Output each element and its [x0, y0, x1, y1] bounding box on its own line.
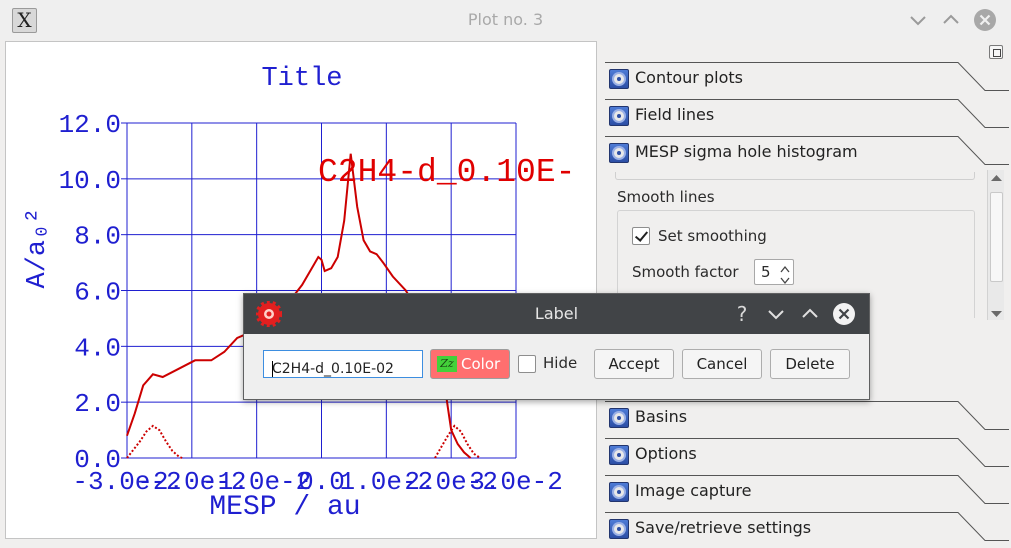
y-tick-label: 10.0 [59, 166, 121, 196]
plot-area[interactable]: 0.0 2.0 4.0 6.0 8.0 10.0 12.0 -3.0e-2 -2.0e-2 -1.… [5, 41, 597, 539]
label-text-input[interactable]: C2H4-d_0.10E-02 [263, 350, 423, 378]
spin-down-icon[interactable] [779, 272, 791, 285]
section-label: Contour plots [635, 68, 743, 87]
settings-icon [609, 408, 629, 428]
cancel-button[interactable]: Cancel [682, 349, 762, 379]
section-label: Options [635, 444, 697, 463]
dialog-minimize-icon[interactable] [764, 302, 788, 326]
color-button[interactable]: Zz Color [430, 349, 510, 379]
window-title: Plot no. 3 [467, 10, 544, 29]
delete-button[interactable]: Delete [770, 349, 850, 379]
section-label: Basins [635, 407, 688, 426]
section-label: Image capture [635, 481, 752, 500]
settings-icon [609, 69, 629, 89]
settings-icon [609, 482, 629, 502]
y-tick-label: 4.0 [74, 333, 121, 363]
settings-icon [609, 143, 629, 163]
dialog-maximize-icon[interactable] [798, 302, 822, 326]
settings-icon [609, 106, 629, 126]
color-button-label: Color [461, 355, 501, 373]
text-caret [272, 361, 273, 377]
x-tick-label: 3.0e-2 [469, 467, 563, 497]
y-tick-label: 12.0 [59, 110, 121, 140]
smooth-factor-value[interactable]: 5 [761, 263, 771, 281]
section-tab[interactable]: Image capture [603, 475, 1011, 511]
settings-icon [609, 519, 629, 539]
section-tab[interactable]: Contour plots [603, 62, 1011, 98]
hide-label[interactable]: Hide [543, 354, 577, 372]
settings-icon [609, 445, 629, 465]
chart-annotation[interactable]: C2H4-d_0.10E- [318, 154, 575, 191]
chart-x-axis-label: MESP / au [209, 492, 360, 523]
smooth-lines-label: Smooth lines [617, 188, 715, 206]
y-tick-label: 2.0 [74, 389, 121, 419]
set-smoothing-label[interactable]: Set smoothing [658, 227, 767, 245]
smooth-factor-label: Smooth factor [632, 263, 739, 281]
scroll-thumb[interactable] [990, 192, 1003, 282]
section-tab[interactable]: Options [603, 438, 1011, 474]
label-text-value[interactable]: C2H4-d_0.10E-02 [272, 361, 394, 377]
dialog-titlebar: Label ? [244, 294, 869, 334]
series-line-dotted [126, 424, 183, 459]
section-tab[interactable]: Field lines [603, 99, 1011, 135]
scroll-down-icon[interactable] [991, 310, 1002, 318]
window-titlebar: X Plot no. 3 [0, 0, 1011, 40]
section-label: Field lines [635, 105, 715, 124]
chart-y-axis-label: A/a₀² [23, 207, 53, 288]
y-tick-label: 6.0 [74, 278, 121, 308]
section-tab[interactable]: Basins [603, 401, 1011, 437]
maximize-icon[interactable] [939, 8, 963, 32]
section-tab[interactable]: Save/retrieve settings [603, 512, 1011, 548]
smooth-factor-spinbox[interactable]: 5 [754, 259, 794, 285]
scroll-up-icon[interactable] [991, 174, 1002, 182]
label-dialog: Label ? C2H4-d_0.10E-02 Zz Color Hide Ac… [243, 293, 870, 400]
histogram-chart: 0.02.04.06.08.010.012.0-3.0e-2-2.0e-2-1.… [23, 64, 575, 523]
divider [615, 172, 975, 180]
section-label: Save/retrieve settings [635, 518, 812, 537]
panel-float-icon[interactable] [989, 45, 1003, 59]
accept-button[interactable]: Accept [594, 349, 674, 379]
section-label: MESP sigma hole histogram [635, 142, 858, 161]
spin-up-icon[interactable] [779, 261, 791, 273]
hide-checkbox[interactable] [518, 355, 536, 373]
chart-title: Title [261, 64, 342, 94]
color-swatch: Zz [437, 356, 457, 372]
section-tab[interactable]: MESP sigma hole histogram [603, 136, 1011, 172]
settings-scrollbar[interactable] [987, 170, 1004, 320]
minimize-icon[interactable] [906, 8, 930, 32]
close-icon[interactable] [973, 8, 997, 32]
y-tick-label: 8.0 [74, 222, 121, 252]
dialog-close-icon[interactable] [832, 302, 856, 326]
set-smoothing-checkbox[interactable] [632, 227, 650, 245]
help-icon[interactable]: ? [730, 302, 754, 326]
